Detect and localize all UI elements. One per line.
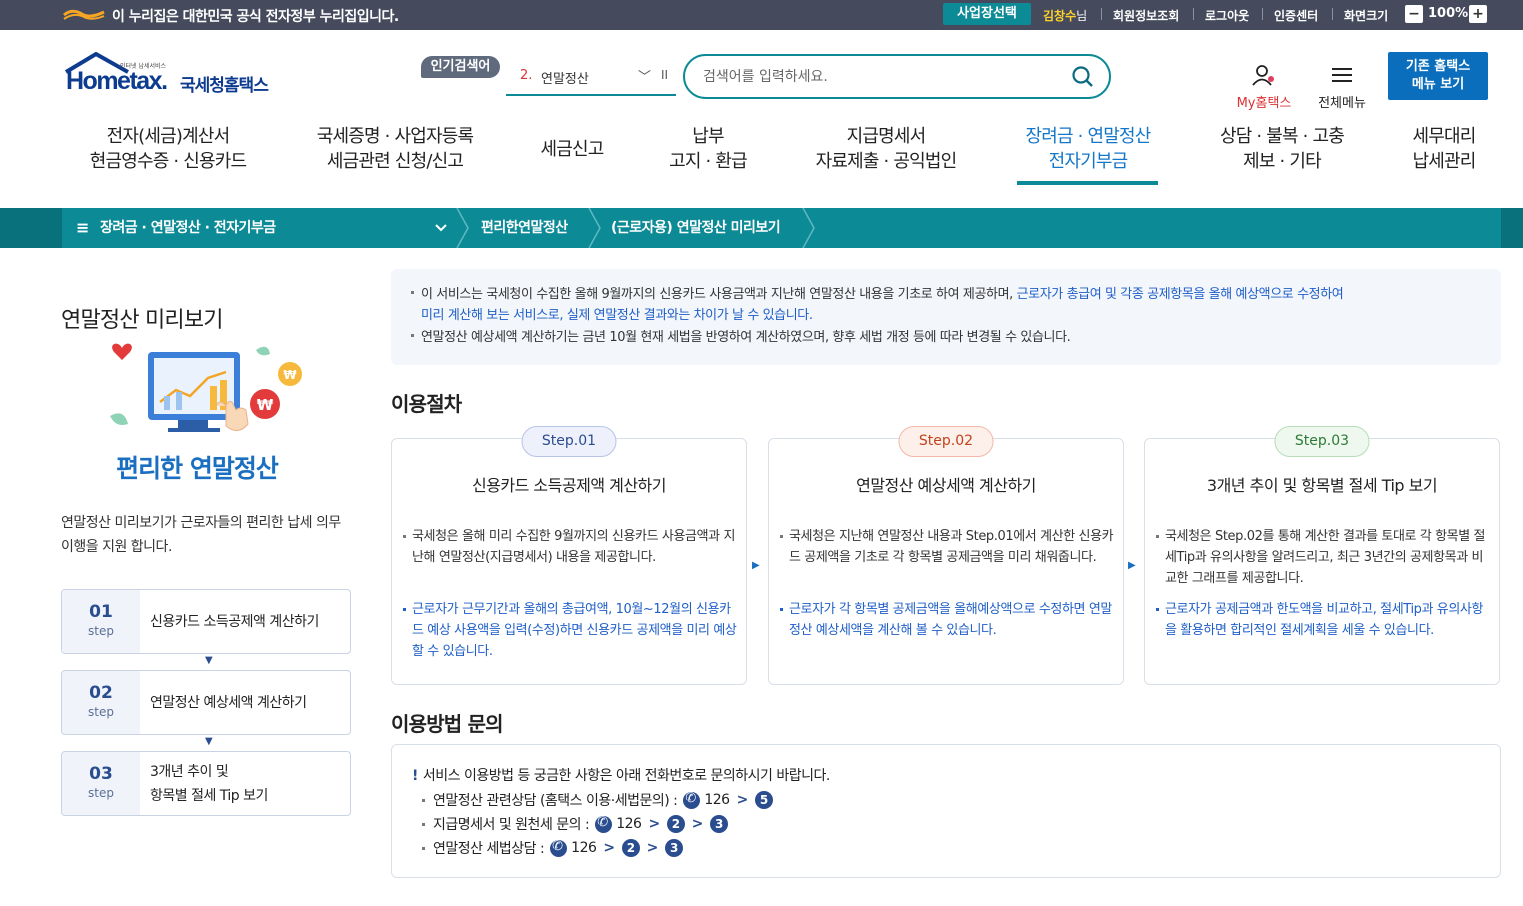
popular-search-ticker[interactable]: 2. 연말정산 ﹀ II [506,62,676,96]
breadcrumb-separator [588,208,601,248]
gnb-item-year-end[interactable]: 장려금 · 연말정산 전자기부금 [1014,124,1162,174]
side-step-3[interactable]: 03 step 3개년 추이 및 항목별 절세 Tip 보기 [61,751,351,816]
search-box [683,54,1111,99]
popular-search-badge: 인기검색어 [421,56,500,78]
popular-rank: 2. [520,68,533,83]
cert-center-link[interactable]: 인증센터 [1274,7,1318,24]
logo-korean-text: 국세청홈택스 [180,76,269,96]
notice-box: 이 서비스는 국세청이 수집한 올해 9월까지의 신용카드 사용금액과 지난해 … [391,269,1501,365]
breadcrumb-separator [802,208,815,248]
inquiry-row: 연말정산 세법상담 : 126 >2 >3 [422,838,683,858]
breadcrumb: ≡ 장려금 · 연말정산 · 전자기부금 편리한연말정산 (근로자용) 연말정산… [0,208,1523,248]
search-input[interactable] [703,66,1043,88]
user-name: 김창수님 [1043,9,1088,23]
side-step-2[interactable]: 02 step 연말정산 예상세액 계산하기 [61,670,351,735]
chevron-down-icon[interactable]: ﹀ [638,66,651,85]
phone-icon [550,839,568,857]
menu-icon[interactable]: ≡ [76,208,89,248]
step-card-title: 3개년 추이 및 항목별 절세 Tip 보기 [1206,476,1438,495]
arrow-down-icon: ▼ [205,736,213,747]
step-card-1: Step.01 신용카드 소득공제액 계산하기 국세청은 올해 미리 수집한 9… [391,426,747,685]
breadcrumb-level3: (근로자용) 연말정산 미리보기 [611,220,781,236]
gov-banner-text: 이 누리집은 대한민국 공식 전자정부 누리집입니다. [112,9,399,25]
hamburger-icon [1332,68,1352,82]
gov-banner: 이 누리집은 대한민국 공식 전자정부 누리집입니다. 사업장선택 김창수님 회… [0,0,1523,30]
zoom-value: 100% [1428,6,1469,21]
step-badge: Step.01 [521,426,617,457]
inquiry-title: 이용방법 문의 [391,712,504,736]
panel-description: 연말정산 미리보기가 근로자들의 편리한 납세 의무 이행을 지원 합니다. [61,515,341,555]
svg-text:₩: ₩ [257,396,274,414]
search-icon[interactable] [1071,65,1095,89]
step-card-title: 신용카드 소득공제액 계산하기 [471,476,667,495]
gnb-item-payment[interactable]: 납부 고지 · 환급 [660,124,756,174]
side-step-1[interactable]: 01 step 신용카드 소득공제액 계산하기 [61,589,351,654]
side-step-label: 신용카드 소득공제액 계산하기 [150,613,319,630]
step-card-title: 연말정산 예상세액 계산하기 [856,476,1036,495]
inquiry-row: 지급명세서 및 원천세 문의 : 126 >2 >3 [422,814,728,834]
gnb-item-statement[interactable]: 지급명세서 자료제출 · 공익법인 [806,124,966,174]
monitor-chart-illustration-icon: ₩ ₩ [110,343,302,432]
active-menu-indicator [1017,181,1158,185]
inquiry-box: ! 서비스 이용방법 등 궁금한 사항은 아래 전화번호로 문의하시기 바랍니다.… [391,744,1501,878]
arrow-right-icon: ▶ [1128,560,1136,571]
page-title: 연말정산 미리보기 [61,308,224,333]
phone-icon [683,791,701,809]
gnb-item-consult[interactable]: 상담 · 불복 · 고충 제보 · 기타 [1206,124,1358,174]
step-badge: Step.02 [898,426,994,457]
screen-size-label: 화면크기 [1344,9,1389,23]
breadcrumb-separator [456,208,469,248]
procedure-title: 이용절차 [391,392,462,416]
inquiry-row: 연말정산 관련상담 (홈택스 이용·세법문의) : 126 >5 [422,790,773,810]
gnb-item-tax-report[interactable]: 세금신고 [530,137,614,162]
popular-word[interactable]: 연말정산 [541,68,589,87]
all-menu-button[interactable]: 전체메뉴 [1314,64,1370,111]
user-icon [1252,65,1274,86]
side-step-label: 3개년 추이 및 항목별 절세 Tip 보기 [150,763,268,804]
breadcrumb-level1[interactable]: 장려금 · 연말정산 · 전자기부금 [100,208,276,248]
my-hometax-button[interactable]: My홈택스 [1232,64,1296,111]
step-card-3: Step.03 3개년 추이 및 항목별 절세 Tip 보기 국세청은 Step… [1144,426,1500,685]
gnb-item-tax-agent[interactable]: 세무대리 납세관리 [1400,124,1488,174]
zoom-in-button[interactable]: + [1469,5,1487,23]
pause-icon[interactable]: II [661,68,668,82]
arrow-right-icon: ▶ [752,560,760,571]
gnb-item-certificate[interactable]: 국세증명 · 사업자등록 세금관련 신청/신고 [306,124,484,174]
logo-hometax-text: Hometax. [66,67,168,95]
phone-icon [595,815,613,833]
svg-text:₩: ₩ [283,368,297,382]
zoom-out-button[interactable]: − [1405,5,1423,23]
logout-link[interactable]: 로그아웃 [1205,7,1249,24]
side-step-label: 연말정산 예상세액 계산하기 [150,694,307,711]
chevron-down-icon[interactable] [434,208,448,248]
step-card-2: Step.02 연말정산 예상세액 계산하기 국세청은 지난해 연말정산 내용과… [768,426,1124,685]
gnb-item-invoice[interactable]: 전자(세금)계산서 현금영수증 · 신용카드 [82,124,254,174]
member-info-link[interactable]: 회원정보조회 [1113,7,1179,24]
breadcrumb-level2[interactable]: 편리한연말정산 [481,208,568,248]
exclamation-icon: ! [412,768,418,784]
hometax-logo[interactable]: 인터넷 납세서비스 Hometax. 국세청홈택스 [62,52,282,102]
business-select-button[interactable]: 사업장선택 [943,3,1031,25]
egov-logo-icon [63,9,105,20]
panel-subtitle: 편리한 연말정산 [116,454,279,483]
arrow-down-icon: ▼ [205,655,213,666]
old-hometax-menu-button[interactable]: 기존 홈택스 메뉴 보기 [1388,52,1488,100]
step-badge: Step.03 [1274,426,1370,457]
